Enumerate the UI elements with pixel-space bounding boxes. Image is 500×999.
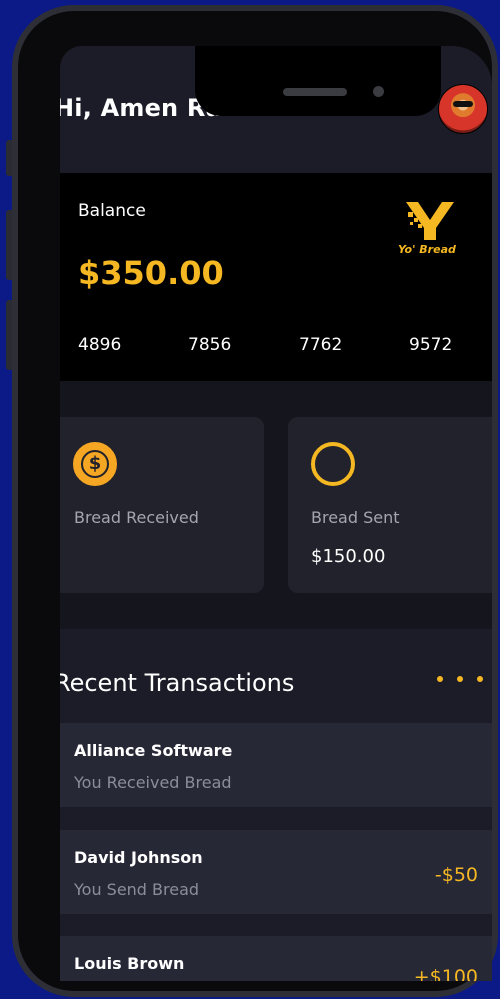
card-number-group: 7856	[188, 335, 232, 355]
balance-label: Balance	[78, 201, 146, 221]
transaction-amount: -$50	[434, 864, 478, 886]
avatar[interactable]	[438, 84, 488, 134]
bread-sent-value: $150.00	[311, 546, 386, 567]
transaction-name: Louis Brown	[74, 954, 185, 973]
card-number-group: 4896	[78, 335, 122, 355]
transaction-desc: You Send Bread	[74, 880, 200, 899]
notch	[195, 46, 441, 116]
bread-received-label: Bread Received	[74, 508, 199, 527]
speaker-icon	[283, 88, 347, 96]
phone-frame: Hi, Amen Rai Balance $350.00 Yo' Bread 4…	[12, 5, 498, 997]
bread-received-card[interactable]: $ Bread Received	[60, 417, 264, 593]
transaction-amount: +$100	[413, 966, 478, 981]
transaction-row[interactable]: David Johnson You Send Bread -$50	[60, 830, 492, 914]
card-number-group: 7762	[299, 335, 343, 355]
brand-logo-text: Yo' Bread	[398, 243, 456, 256]
transaction-row[interactable]: Alliance Software You Received Bread	[60, 723, 492, 807]
more-options-icon[interactable]	[437, 668, 485, 688]
transaction-desc: You Received Bread	[74, 773, 232, 792]
transactions-title: Recent Transactions	[60, 669, 295, 697]
bread-sent-label: Bread Sent	[311, 508, 400, 527]
bread-sent-card[interactable]: Bread Sent $150.00	[288, 417, 492, 593]
balance-amount: $350.00	[78, 254, 224, 292]
camera-icon	[373, 86, 384, 97]
transaction-name: David Johnson	[74, 848, 203, 867]
transaction-name: Alliance Software	[74, 741, 233, 760]
ring-coin-icon	[311, 442, 355, 486]
avatar-glasses	[453, 101, 473, 107]
card-number-group: 9572	[409, 335, 453, 355]
app-screen: Hi, Amen Rai Balance $350.00 Yo' Bread 4…	[60, 46, 492, 981]
dollar-coin-icon: $	[73, 442, 117, 486]
transaction-row[interactable]: Louis Brown +$100	[60, 936, 492, 981]
phone-bezel: Hi, Amen Rai Balance $350.00 Yo' Bread 4…	[18, 11, 492, 991]
brand-logo-icon	[406, 202, 454, 240]
